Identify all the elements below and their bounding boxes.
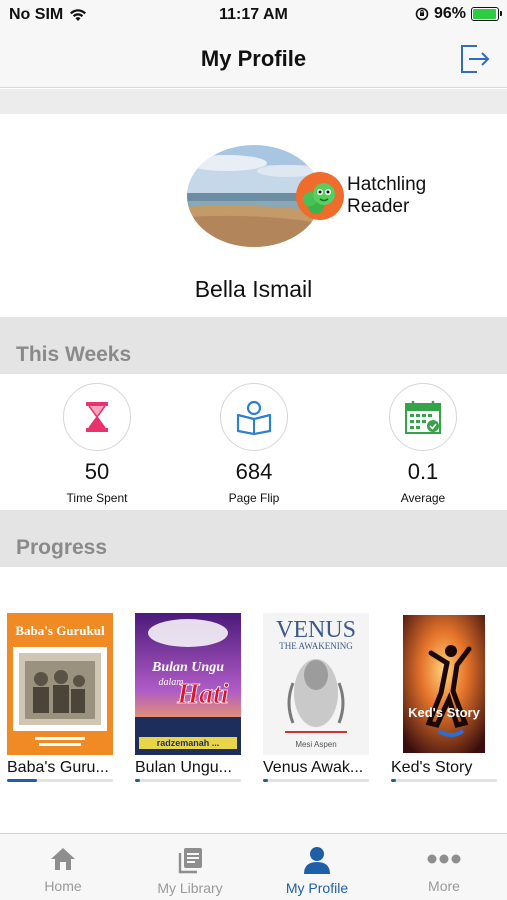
book-item[interactable]: Bulan Ungu dalam Hati radzemanah ... Bul…: [135, 613, 245, 782]
library-icon: [178, 848, 202, 874]
stat-average: 0.1 Average: [358, 374, 488, 505]
book-progress-track: [135, 779, 241, 782]
tab-label: My Library: [157, 880, 223, 896]
book-cover-title: VENUS: [276, 617, 356, 643]
book-cover-title: Baba's Gurukul: [15, 623, 105, 638]
tab-my-library[interactable]: My Library: [127, 834, 253, 900]
battery-icon: [471, 7, 502, 21]
book-title: Venus Awak...: [263, 759, 364, 776]
calendar-icon: [405, 401, 441, 434]
book-progress-bar: [391, 779, 397, 782]
tab-more[interactable]: More: [381, 834, 507, 900]
book-cover-subtitle: THE AWAKENING: [279, 641, 353, 651]
section-title: Progress: [16, 536, 108, 559]
book-cover[interactable]: VENUS THE AWAKENING Mesi Aspen: [263, 613, 369, 755]
book-cover[interactable]: Bulan Ungu dalam Hati radzemanah ...: [135, 613, 241, 755]
weekly-stats: 50 Time Spent 684 Page Flip 0.1 Average: [0, 374, 507, 510]
book-progress-bar: [7, 779, 37, 782]
stat-value: 684: [235, 459, 273, 484]
book-progress-track: [7, 779, 113, 782]
stat-label: Time Spent: [66, 491, 128, 505]
stat-page-flip: 684 Page Flip: [189, 374, 319, 505]
orientation-lock-icon: [415, 7, 429, 21]
status-right: 96%: [415, 5, 502, 23]
progress-books: Baba's Gurukul Baba's Guru... Bulan Ungu…: [0, 567, 507, 832]
stat-time-spent: 50 Time Spent: [32, 374, 162, 505]
book-progress-bar: [263, 779, 269, 782]
tab-home[interactable]: Home: [0, 834, 126, 900]
stat-value: 50: [84, 459, 110, 484]
tab-label: More: [428, 878, 460, 894]
book-cover-title: Bulan Ungu: [151, 660, 224, 675]
book-progress-track: [391, 779, 497, 782]
nav-bar: My Profile: [0, 30, 507, 88]
status-bar: No SIM 11:17 AM 96%: [0, 0, 507, 30]
book-title: Ked's Story: [391, 759, 473, 776]
stat-icon-circle: [220, 383, 288, 451]
reader-level-line2: Reader: [347, 196, 410, 217]
book-progress-bar: [135, 779, 141, 782]
stat-label: Page Flip: [228, 491, 280, 505]
book-cover[interactable]: Ked's Story: [391, 613, 497, 755]
book-cover-author: Mesi Aspen: [295, 740, 336, 749]
profile-name: Bella Ismail: [194, 276, 313, 302]
section-title: This Weeks: [16, 343, 132, 366]
tab-my-profile[interactable]: My Profile: [254, 834, 380, 900]
reader-icon: [236, 400, 272, 435]
logout-icon: [461, 45, 490, 73]
home-icon: [51, 848, 75, 870]
profile-icon: [304, 847, 330, 874]
stat-label: Average: [400, 491, 446, 505]
book-cover[interactable]: Baba's Gurukul: [7, 613, 113, 755]
stat-icon-circle: [389, 383, 457, 451]
book-cover-title: Ked's Story: [408, 705, 480, 720]
battery-level: [473, 9, 497, 19]
stat-icon-circle: [63, 383, 131, 451]
section-header-this-weeks: This Weeks: [0, 317, 507, 375]
reader-level-line1: Hatchling: [347, 174, 427, 195]
book-item[interactable]: VENUS THE AWAKENING Mesi Aspen Venus Awa…: [263, 613, 373, 782]
book-cover-title-large: Hati: [176, 679, 229, 710]
reader-level: Hatchling Reader: [347, 174, 467, 218]
tab-label: My Profile: [285, 880, 349, 896]
profile-card: Hatchling Reader Bella Ismail: [0, 114, 507, 317]
tab-label: Home: [44, 878, 82, 894]
book-cover-author: radzemanah ...: [157, 738, 220, 748]
book-title: Bulan Ungu...: [135, 759, 232, 776]
book-item[interactable]: Baba's Gurukul Baba's Guru...: [7, 613, 117, 782]
book-title: Baba's Guru...: [7, 759, 109, 776]
caterpillar-badge-icon: [296, 172, 344, 220]
hourglass-icon: [86, 402, 108, 432]
battery-percent: 96%: [433, 5, 466, 22]
more-icon: [427, 854, 461, 864]
tab-bar: Home My Library My Profile More: [0, 833, 507, 900]
stat-value: 0.1: [407, 459, 439, 484]
book-progress-track: [263, 779, 369, 782]
section-header-progress: Progress: [0, 510, 507, 568]
logout-button[interactable]: [457, 40, 493, 76]
page-title: My Profile: [200, 46, 307, 71]
book-item[interactable]: Ked's Story Ked's Story: [391, 613, 501, 782]
spacer-band: [0, 89, 507, 114]
